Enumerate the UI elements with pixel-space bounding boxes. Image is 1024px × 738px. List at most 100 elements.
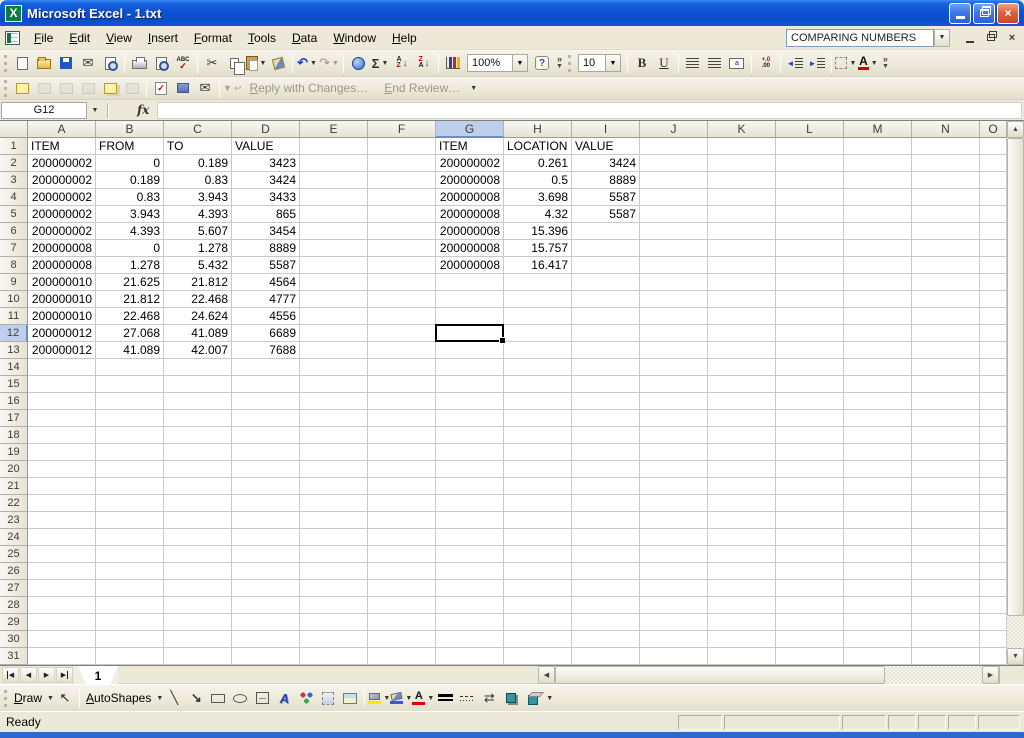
cell-C10[interactable]: 22.468 — [164, 291, 232, 308]
row-header-1[interactable]: 1 — [0, 138, 28, 155]
merge-center-button[interactable]: a — [726, 53, 748, 74]
column-header-C[interactable]: C — [164, 121, 232, 138]
cell-K17[interactable] — [708, 410, 776, 427]
row-header-4[interactable]: 4 — [0, 189, 28, 206]
cell-K15[interactable] — [708, 376, 776, 393]
cell-N15[interactable] — [912, 376, 980, 393]
cell-M26[interactable] — [844, 563, 912, 580]
cell-O25[interactable] — [980, 546, 1007, 563]
cell-M2[interactable] — [844, 155, 912, 172]
cell-O13[interactable] — [980, 342, 1007, 359]
cell-K30[interactable] — [708, 631, 776, 648]
cell-I24[interactable] — [572, 529, 640, 546]
column-header-E[interactable]: E — [300, 121, 368, 138]
cell-F20[interactable] — [368, 461, 436, 478]
cell-J2[interactable] — [640, 155, 708, 172]
cell-K19[interactable] — [708, 444, 776, 461]
previous-sheet-button[interactable]: ◀ — [20, 667, 37, 683]
cell-O1[interactable] — [980, 138, 1007, 155]
cell-B1[interactable]: FROM — [96, 138, 164, 155]
drawing-options-icon[interactable]: ▼ — [546, 695, 553, 702]
menu-help[interactable]: Help — [384, 28, 425, 48]
dash-style-button[interactable] — [456, 688, 478, 709]
row-header-16[interactable]: 16 — [0, 393, 28, 410]
cell-G9[interactable] — [436, 274, 504, 291]
row-header-30[interactable]: 30 — [0, 631, 28, 648]
clip-art-button[interactable] — [317, 688, 339, 709]
cell-I5[interactable]: 5587 — [572, 206, 640, 223]
row-header-2[interactable]: 2 — [0, 155, 28, 172]
cell-H20[interactable] — [504, 461, 572, 478]
cell-D5[interactable]: 865 — [232, 206, 300, 223]
show-all-comments-button[interactable] — [99, 78, 121, 99]
cell-B20[interactable] — [96, 461, 164, 478]
menu-window[interactable]: Window — [325, 28, 384, 48]
cell-D22[interactable] — [232, 495, 300, 512]
cell-D12[interactable]: 6689 — [232, 325, 300, 342]
cell-M3[interactable] — [844, 172, 912, 189]
cell-D7[interactable]: 8889 — [232, 240, 300, 257]
cell-H15[interactable] — [504, 376, 572, 393]
doc-minimize-button[interactable] — [961, 30, 979, 46]
cell-L23[interactable] — [776, 512, 844, 529]
zoom-dropdown-icon[interactable]: ▼ — [513, 54, 528, 72]
cell-G23[interactable] — [436, 512, 504, 529]
cell-N2[interactable] — [912, 155, 980, 172]
cell-A18[interactable] — [28, 427, 96, 444]
cell-E30[interactable] — [300, 631, 368, 648]
cell-I27[interactable] — [572, 580, 640, 597]
cell-C24[interactable] — [164, 529, 232, 546]
cell-K20[interactable] — [708, 461, 776, 478]
cell-N29[interactable] — [912, 614, 980, 631]
cell-M8[interactable] — [844, 257, 912, 274]
paste-dropdown-icon[interactable]: ▼ — [260, 60, 267, 67]
name-box[interactable]: G12 — [1, 102, 87, 119]
cell-M16[interactable] — [844, 393, 912, 410]
cell-I1[interactable]: VALUE — [572, 138, 640, 155]
sheet-tab-1[interactable]: 1 — [78, 666, 118, 685]
cell-C19[interactable] — [164, 444, 232, 461]
cell-G16[interactable] — [436, 393, 504, 410]
cell-I30[interactable] — [572, 631, 640, 648]
cell-O3[interactable] — [980, 172, 1007, 189]
autoshapes-dropdown-icon[interactable]: ▼ — [156, 695, 163, 702]
zoom-combo[interactable]: 100% ▼ — [467, 54, 528, 72]
format-painter-button[interactable] — [267, 53, 289, 74]
cell-C31[interactable] — [164, 648, 232, 665]
cell-C15[interactable] — [164, 376, 232, 393]
close-button[interactable]: × — [997, 3, 1019, 24]
cell-G24[interactable] — [436, 529, 504, 546]
cell-M13[interactable] — [844, 342, 912, 359]
question-input[interactable]: COMPARING NUMBERS — [786, 29, 934, 47]
cell-D1[interactable]: VALUE — [232, 138, 300, 155]
cell-A4[interactable]: 200000002 — [28, 189, 96, 206]
cell-C4[interactable]: 3.943 — [164, 189, 232, 206]
row-header-18[interactable]: 18 — [0, 427, 28, 444]
cell-D15[interactable] — [232, 376, 300, 393]
row-header-6[interactable]: 6 — [0, 223, 28, 240]
cell-O6[interactable] — [980, 223, 1007, 240]
cell-E16[interactable] — [300, 393, 368, 410]
cell-H30[interactable] — [504, 631, 572, 648]
cell-M17[interactable] — [844, 410, 912, 427]
cell-J27[interactable] — [640, 580, 708, 597]
cell-B10[interactable]: 21.812 — [96, 291, 164, 308]
cell-J10[interactable] — [640, 291, 708, 308]
scroll-left-button[interactable]: ◀ — [538, 666, 555, 684]
cell-J30[interactable] — [640, 631, 708, 648]
cell-H25[interactable] — [504, 546, 572, 563]
doc-close-button[interactable]: × — [1003, 30, 1021, 46]
paste-button[interactable]: ▼ — [245, 53, 267, 74]
scroll-down-button[interactable]: ▼ — [1007, 648, 1024, 665]
cell-E9[interactable] — [300, 274, 368, 291]
cell-D21[interactable] — [232, 478, 300, 495]
row-header-22[interactable]: 22 — [0, 495, 28, 512]
cell-G25[interactable] — [436, 546, 504, 563]
send-mail-button[interactable]: ✉ — [194, 78, 216, 99]
cell-F16[interactable] — [368, 393, 436, 410]
cell-M1[interactable] — [844, 138, 912, 155]
new-button[interactable] — [11, 53, 33, 74]
cell-L20[interactable] — [776, 461, 844, 478]
cell-B18[interactable] — [96, 427, 164, 444]
cell-F17[interactable] — [368, 410, 436, 427]
